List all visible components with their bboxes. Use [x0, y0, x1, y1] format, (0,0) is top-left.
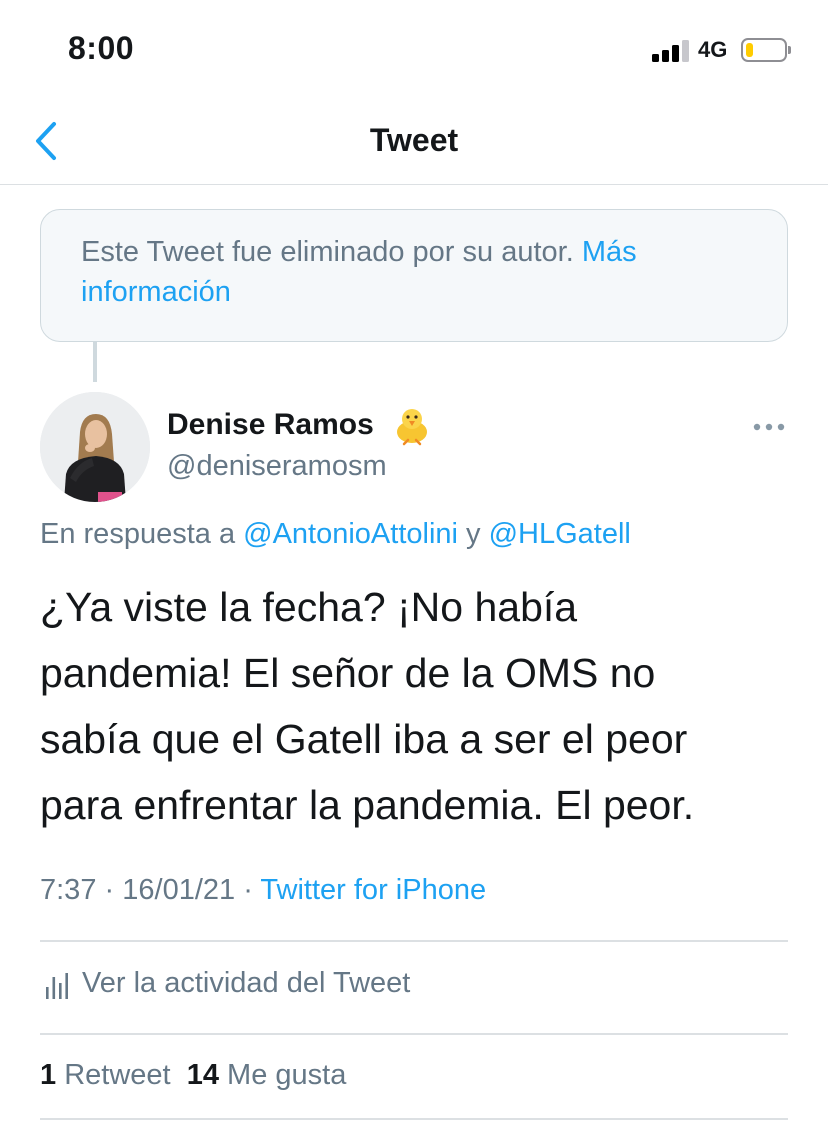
- thread-connector: [93, 342, 97, 382]
- meta-separator: ·: [104, 874, 115, 906]
- cellular-signal-icon: [652, 40, 690, 62]
- tweet-text-line: pandemia! El señor de la OMS no: [40, 650, 656, 696]
- tweet-text-line: para enfrentar la pandemia. El peor.: [40, 782, 695, 828]
- tweet-date: 16/01/21: [122, 874, 236, 906]
- divider: [40, 1033, 788, 1035]
- divider: [40, 1118, 788, 1120]
- tweet-meta: 7:37 · 16/01/21 · Twitter for iPhone: [40, 874, 486, 907]
- tweet-text-line: sabía que el Gatell iba a ser el peor: [40, 716, 688, 762]
- reply-prefix: En respuesta a: [40, 518, 236, 550]
- deleted-notice-text: Este Tweet fue eliminado por su autor.: [81, 236, 574, 268]
- status-bar: 8:00 4G: [0, 0, 828, 100]
- mention-link[interactable]: @HLGatell: [489, 518, 631, 550]
- retweets-label: Retweet: [64, 1059, 171, 1091]
- tweet-text-line: ¿Ya viste la fecha? ¡No había: [40, 584, 578, 630]
- tweet-stats: 1 Retweet 14 Me gusta: [40, 1059, 346, 1092]
- network-type: 4G: [698, 37, 728, 62]
- tweet-source-link[interactable]: Twitter for iPhone: [260, 874, 486, 906]
- battery-icon: [741, 38, 791, 62]
- author-handle[interactable]: @deniseramosm: [167, 450, 387, 483]
- deleted-tweet-notice: Este Tweet fue eliminado por su autor. M…: [40, 209, 788, 342]
- battery-level: [746, 43, 753, 57]
- tweet-time: 7:37: [40, 874, 97, 906]
- bar-chart-icon: [46, 973, 68, 999]
- reply-context: En respuesta a @AntonioAttolini y @HLGat…: [40, 518, 631, 551]
- retweets-count: 1: [40, 1059, 57, 1091]
- likes-label: Me gusta: [227, 1059, 347, 1091]
- meta-separator: ·: [243, 874, 253, 906]
- status-time: 8:00: [68, 30, 135, 66]
- tweet-text: ¿Ya viste la fecha? ¡No había pandemia! …: [40, 574, 800, 838]
- nav-bar: Tweet: [0, 100, 828, 185]
- baby-chick-icon: [397, 409, 427, 446]
- author-name[interactable]: Denise Ramos: [167, 408, 374, 442]
- reply-connector: y: [466, 518, 481, 550]
- mention-link[interactable]: @AntonioAttolini: [243, 518, 458, 550]
- likes-stat[interactable]: 14 Me gusta: [187, 1059, 347, 1091]
- view-activity-label: Ver la actividad del Tweet: [82, 967, 411, 999]
- divider: [40, 940, 788, 942]
- more-options-icon[interactable]: [752, 422, 786, 432]
- retweets-stat[interactable]: 1 Retweet: [40, 1059, 171, 1091]
- avatar[interactable]: [40, 392, 150, 502]
- likes-count: 14: [186, 1059, 219, 1091]
- page-title: Tweet: [369, 122, 459, 158]
